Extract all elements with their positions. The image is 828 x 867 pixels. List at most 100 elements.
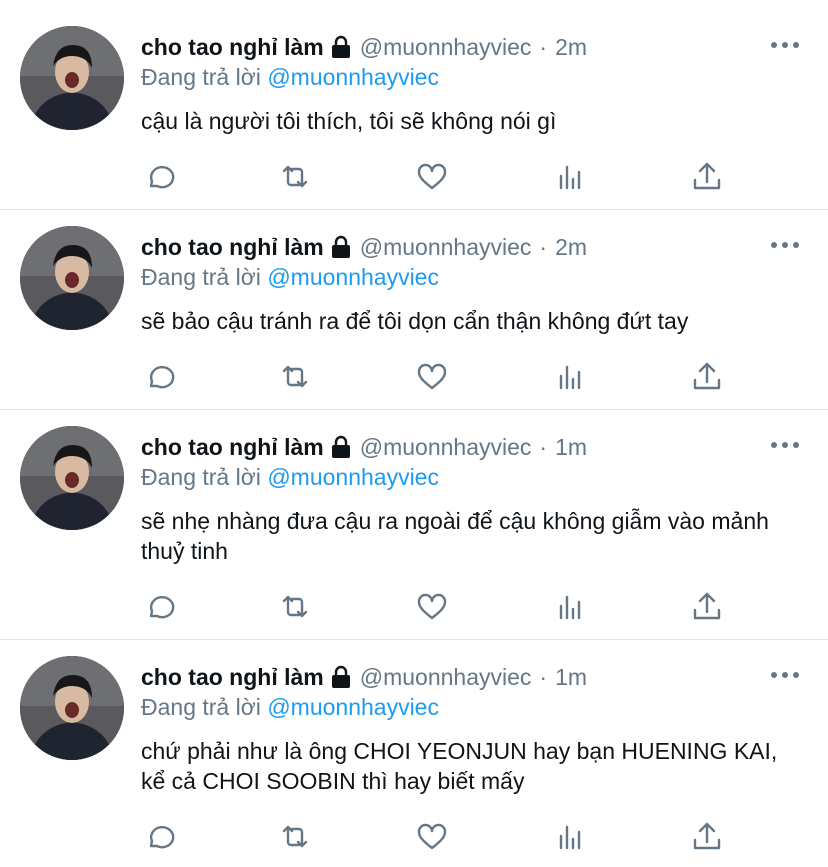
timestamp[interactable]: 1m <box>555 664 587 691</box>
reply-mention[interactable]: @muonnhayviec <box>267 464 439 490</box>
like-button[interactable] <box>415 820 449 854</box>
share-button[interactable] <box>690 820 724 854</box>
action-bar <box>141 160 741 194</box>
like-button[interactable] <box>415 590 449 624</box>
analytics-button[interactable] <box>554 590 588 624</box>
share-icon <box>693 822 721 850</box>
reply-icon <box>149 595 175 619</box>
more-icon[interactable] <box>770 238 800 252</box>
retweet-icon <box>282 595 308 618</box>
retweet-icon <box>282 825 308 848</box>
timestamp[interactable]: 2m <box>555 34 587 61</box>
share-icon <box>693 362 721 390</box>
display-name[interactable]: cho tao nghỉ làm <box>141 664 324 691</box>
lock-icon <box>331 35 350 58</box>
like-icon <box>417 593 447 620</box>
like-icon <box>417 823 447 850</box>
timestamp[interactable]: 1m <box>555 434 587 461</box>
share-button[interactable] <box>690 160 724 194</box>
reply-prefix: Đang trả lời <box>141 694 261 720</box>
user-handle[interactable]: @muonnhayviec <box>360 234 532 261</box>
reply-context: Đang trả lời @muonnhayviec <box>141 264 439 291</box>
action-bar <box>141 590 741 624</box>
retweet-button[interactable] <box>278 360 312 394</box>
action-bar <box>141 820 741 854</box>
reply-context: Đang trả lời @muonnhayviec <box>141 64 439 91</box>
action-bar <box>141 360 741 394</box>
reply-button[interactable] <box>141 360 175 394</box>
analytics-button[interactable] <box>554 160 588 194</box>
like-icon <box>417 163 447 190</box>
analytics-button[interactable] <box>554 360 588 394</box>
avatar-image <box>20 226 124 330</box>
reply-context: Đang trả lời @muonnhayviec <box>141 694 439 721</box>
tweet-text: sẽ nhẹ nhàng đưa cậu ra ngoài để cậu khô… <box>141 508 769 564</box>
reply-prefix: Đang trả lời <box>141 64 261 90</box>
reply-mention[interactable]: @muonnhayviec <box>267 264 439 290</box>
analytics-icon <box>559 595 581 620</box>
avatar[interactable] <box>20 226 124 330</box>
analytics-icon <box>559 825 581 850</box>
analytics-icon <box>559 165 581 190</box>
share-icon <box>693 592 721 620</box>
reply-prefix: Đang trả lời <box>141 464 261 490</box>
tweet[interactable]: cho tao nghỉ làm @muonnhayviec · 1m Đang… <box>0 630 828 867</box>
user-handle[interactable]: @muonnhayviec <box>360 434 532 461</box>
tweet-header: cho tao nghỉ làm @muonnhayviec · 1m <box>141 430 718 464</box>
user-handle[interactable]: @muonnhayviec <box>360 34 532 61</box>
reply-icon <box>149 165 175 189</box>
timestamp[interactable]: 2m <box>555 234 587 261</box>
tweet-header: cho tao nghỉ làm @muonnhayviec · 1m <box>141 660 718 694</box>
share-button[interactable] <box>690 360 724 394</box>
tweet-text: sẽ bảo cậu tránh ra để tôi dọn cẩn thận … <box>141 308 689 334</box>
retweet-button[interactable] <box>278 820 312 854</box>
lock-icon <box>331 235 350 258</box>
tweet-text: cậu là người tôi thích, tôi sẽ không nói… <box>141 108 557 134</box>
reply-button[interactable] <box>141 820 175 854</box>
display-name[interactable]: cho tao nghỉ làm <box>141 434 324 461</box>
retweet-icon <box>282 165 308 188</box>
reply-context: Đang trả lời @muonnhayviec <box>141 464 439 491</box>
more-icon[interactable] <box>770 668 800 682</box>
reply-button[interactable] <box>141 590 175 624</box>
analytics-button[interactable] <box>554 820 588 854</box>
lock-icon <box>331 435 350 458</box>
tweet[interactable]: cho tao nghỉ làm @muonnhayviec · 1m Đang… <box>0 400 828 640</box>
reply-prefix: Đang trả lời <box>141 264 261 290</box>
like-icon <box>417 363 447 390</box>
avatar[interactable] <box>20 426 124 530</box>
more-icon[interactable] <box>770 38 800 52</box>
like-button[interactable] <box>415 160 449 194</box>
reply-mention[interactable]: @muonnhayviec <box>267 64 439 90</box>
reply-icon <box>149 825 175 849</box>
user-handle[interactable]: @muonnhayviec <box>360 664 532 691</box>
share-icon <box>693 162 721 190</box>
avatar-image <box>20 26 124 130</box>
separator-dot: · <box>539 233 548 260</box>
tweet-thread: cho tao nghỉ làm @muonnhayviec · 2m Đang… <box>0 0 828 867</box>
analytics-icon <box>559 365 581 390</box>
avatar-image <box>20 656 124 760</box>
reply-button[interactable] <box>141 160 175 194</box>
tweet-text: chứ phải như là ông CHOI YEONJUN hay bạn… <box>141 738 778 794</box>
share-button[interactable] <box>690 590 724 624</box>
reply-mention[interactable]: @muonnhayviec <box>267 694 439 720</box>
tweet[interactable]: cho tao nghỉ làm @muonnhayviec · 2m Đang… <box>0 0 828 210</box>
retweet-button[interactable] <box>278 160 312 194</box>
display-name[interactable]: cho tao nghỉ làm <box>141 234 324 261</box>
separator-dot: · <box>539 33 548 60</box>
lock-icon <box>331 665 350 688</box>
retweet-button[interactable] <box>278 590 312 624</box>
tweet[interactable]: cho tao nghỉ làm @muonnhayviec · 2m Đang… <box>0 200 828 410</box>
reply-icon <box>149 365 175 389</box>
avatar[interactable] <box>20 26 124 130</box>
like-button[interactable] <box>415 360 449 394</box>
separator-dot: · <box>539 663 548 690</box>
more-icon[interactable] <box>770 438 800 452</box>
separator-dot: · <box>539 433 548 460</box>
avatar-image <box>20 426 124 530</box>
tweet-header: cho tao nghỉ làm @muonnhayviec · 2m <box>141 30 718 64</box>
retweet-icon <box>282 365 308 388</box>
avatar[interactable] <box>20 656 124 760</box>
display-name[interactable]: cho tao nghỉ làm <box>141 34 324 61</box>
